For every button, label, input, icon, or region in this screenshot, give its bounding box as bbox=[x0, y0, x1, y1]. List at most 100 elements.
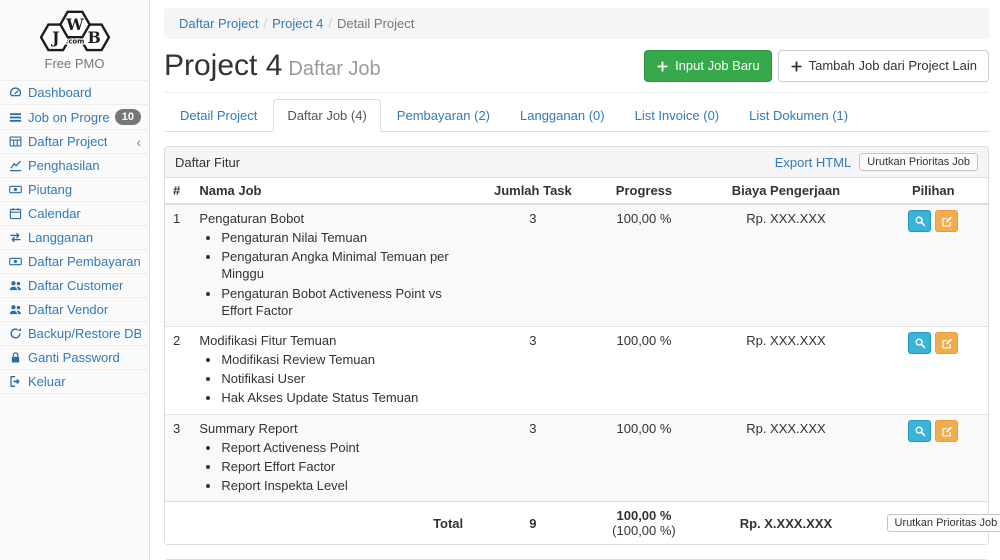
column-header-pilihan: Pilihan bbox=[879, 178, 988, 204]
column-header-progress: Progress bbox=[595, 178, 694, 204]
sidebar-item-daftar-customer[interactable]: Daftar Customer bbox=[0, 273, 149, 297]
subtask-item: Pengaturan Bobot Activeness Point vs Eff… bbox=[221, 285, 463, 319]
list-icon bbox=[9, 111, 22, 124]
total-label: Total bbox=[191, 502, 471, 545]
tab-daftar-job-4[interactable]: Daftar Job (4) bbox=[273, 99, 380, 132]
total-row: Total 9 100,00 % (100,00 %) Rp. X.XXX.XX… bbox=[165, 502, 988, 545]
breadcrumb-item-project-4[interactable]: Project 4 bbox=[272, 16, 323, 31]
sidebar-item-daftar-project[interactable]: Daftar Project ‹ bbox=[0, 129, 149, 153]
panel-heading: Daftar Fitur Export HTML Urutkan Priorit… bbox=[165, 147, 988, 178]
panel-daftar-fitur: Daftar Fitur Export HTML Urutkan Priorit… bbox=[164, 146, 989, 545]
breadcrumb-item-daftar-project[interactable]: Daftar Project bbox=[179, 16, 258, 31]
job-name: Modifikasi Fitur Temuan bbox=[199, 332, 463, 349]
money-icon bbox=[9, 255, 22, 268]
total-tasks: 9 bbox=[471, 502, 594, 545]
repeat-icon bbox=[9, 231, 22, 244]
edit-job-button[interactable] bbox=[935, 332, 958, 354]
total-progress: 100,00 % bbox=[617, 508, 672, 523]
subtask-item: Hak Akses Update Status Temuan bbox=[221, 389, 463, 406]
table-icon bbox=[9, 135, 22, 148]
logo-letter-j: J bbox=[50, 28, 59, 47]
calendar-icon bbox=[9, 207, 22, 220]
page-title: Project 4 bbox=[164, 49, 282, 82]
subtask-item: Report Inspekta Level bbox=[221, 477, 463, 494]
input-job-baru-button[interactable]: Input Job Baru bbox=[644, 50, 772, 82]
brand[interactable]: J W B .com Free PMO bbox=[0, 0, 149, 80]
job-row: 1 Pengaturan Bobot Pengaturan Nilai Temu… bbox=[165, 204, 988, 326]
sidebar-item-dashboard[interactable]: Dashboard bbox=[0, 80, 149, 104]
brand-subtitle: Free PMO bbox=[0, 56, 149, 71]
subtask-item: Report Activeness Point bbox=[221, 439, 463, 456]
logo-dot-com: .com bbox=[65, 37, 84, 45]
cost-value: Rp. XXX.XXX bbox=[693, 204, 878, 326]
page-subtitle: Daftar Job bbox=[288, 58, 380, 80]
page-header: Project 4 Daftar Job Input Job Baru Tamba… bbox=[164, 39, 989, 93]
task-count: 3 bbox=[471, 204, 594, 326]
progress-value: 100,00 % bbox=[595, 204, 694, 326]
sidebar-item-ganti-password[interactable]: Ganti Password bbox=[0, 345, 149, 369]
job-name: Summary Report bbox=[199, 420, 463, 437]
job-row: 3 Summary Report Report Activeness Point… bbox=[165, 414, 988, 502]
sidebar-item-label: Backup/Restore DB bbox=[28, 326, 141, 341]
sidebar-item-calendar[interactable]: Calendar bbox=[0, 201, 149, 225]
count-badge: 10 bbox=[115, 109, 141, 125]
tab-pembayaran-2[interactable]: Pembayaran (2) bbox=[383, 99, 504, 132]
sidebar-menu: Dashboard Job on Progress 10 Daftar Proj… bbox=[0, 80, 149, 394]
sidebar-item-penghasilan[interactable]: Penghasilan bbox=[0, 153, 149, 177]
users-icon bbox=[9, 303, 22, 316]
sidebar-item-label: Langganan bbox=[28, 230, 93, 245]
tab-bar: Detail ProjectDaftar Job (4)Pembayaran (… bbox=[164, 99, 989, 132]
edit-job-button[interactable] bbox=[935, 420, 958, 442]
row-number: 2 bbox=[165, 326, 191, 414]
chevron-left-icon: ‹ bbox=[136, 137, 141, 147]
sidebar-item-job-on-progress[interactable]: Job on Progress 10 bbox=[0, 104, 149, 129]
total-progress-note: (100,00 %) bbox=[612, 523, 676, 538]
task-count: 3 bbox=[471, 414, 594, 502]
subtask-list: Modifikasi Review TemuanNotifikasi UserH… bbox=[199, 351, 463, 406]
sidebar-item-langganan[interactable]: Langganan bbox=[0, 225, 149, 249]
cost-value: Rp. XXX.XXX bbox=[693, 326, 878, 414]
sidebar-item-label: Calendar bbox=[28, 206, 81, 221]
subtask-item: Modifikasi Review Temuan bbox=[221, 351, 463, 368]
tambah-job-dari-project-lain-button[interactable]: Tambah Job dari Project Lain bbox=[778, 50, 989, 82]
sidebar-item-label: Penghasilan bbox=[28, 158, 100, 173]
view-job-button[interactable] bbox=[908, 210, 931, 232]
row-actions bbox=[887, 332, 980, 354]
progress-value: 100,00 % bbox=[595, 326, 694, 414]
edit-job-button[interactable] bbox=[935, 210, 958, 232]
sidebar-item-label: Piutang bbox=[28, 182, 72, 197]
sort-priority-button[interactable]: Urutkan Prioritas Job bbox=[887, 514, 1000, 532]
tab-list-dokumen-1[interactable]: List Dokumen (1) bbox=[735, 99, 862, 132]
plus-icon bbox=[790, 60, 803, 73]
sort-priority-button[interactable]: Urutkan Prioritas Job bbox=[859, 153, 978, 171]
sidebar-item-label: Daftar Project bbox=[28, 134, 107, 149]
breadcrumb-separator: / bbox=[258, 16, 272, 31]
sidebar-item-daftar-vendor[interactable]: Daftar Vendor bbox=[0, 297, 149, 321]
export-html-link[interactable]: Export HTML bbox=[775, 155, 852, 170]
view-job-button[interactable] bbox=[908, 420, 931, 442]
tab-detail-project[interactable]: Detail Project bbox=[166, 99, 271, 132]
panel-title: Daftar Fitur bbox=[175, 155, 240, 170]
sidebar-item-label: Ganti Password bbox=[28, 350, 120, 365]
sidebar-item-daftar-pembayaran[interactable]: Daftar Pembayaran bbox=[0, 249, 149, 273]
subtask-item: Report Effort Factor bbox=[221, 458, 463, 475]
cost-value: Rp. XXX.XXX bbox=[693, 414, 878, 502]
breadcrumb: Daftar Project/Project 4/Detail Project bbox=[164, 8, 989, 39]
panels: Daftar Fitur Export HTML Urutkan Priorit… bbox=[164, 146, 989, 560]
main-content: Daftar Project/Project 4/Detail Project … bbox=[150, 0, 1000, 560]
app-root: J W B .com Free PMO Dashboard Job on Pro… bbox=[0, 0, 1000, 560]
chart-line-icon bbox=[9, 159, 22, 172]
view-job-button[interactable] bbox=[908, 332, 931, 354]
column-header-jumlah-task: Jumlah Task bbox=[471, 178, 594, 204]
sidebar-item-backup-restore-db[interactable]: Backup/Restore DB bbox=[0, 321, 149, 345]
users-icon bbox=[9, 279, 22, 292]
refresh-icon bbox=[9, 327, 22, 340]
lock-icon bbox=[9, 351, 22, 364]
tab-langganan-0[interactable]: Langganan (0) bbox=[506, 99, 619, 132]
tab-list-invoice-0[interactable]: List Invoice (0) bbox=[621, 99, 734, 132]
logo-letter-w: W bbox=[65, 15, 84, 34]
sidebar-item-piutang[interactable]: Piutang bbox=[0, 177, 149, 201]
sidebar-item-label: Dashboard bbox=[28, 85, 92, 100]
row-number: 1 bbox=[165, 204, 191, 326]
sidebar-item-keluar[interactable]: Keluar bbox=[0, 369, 149, 394]
